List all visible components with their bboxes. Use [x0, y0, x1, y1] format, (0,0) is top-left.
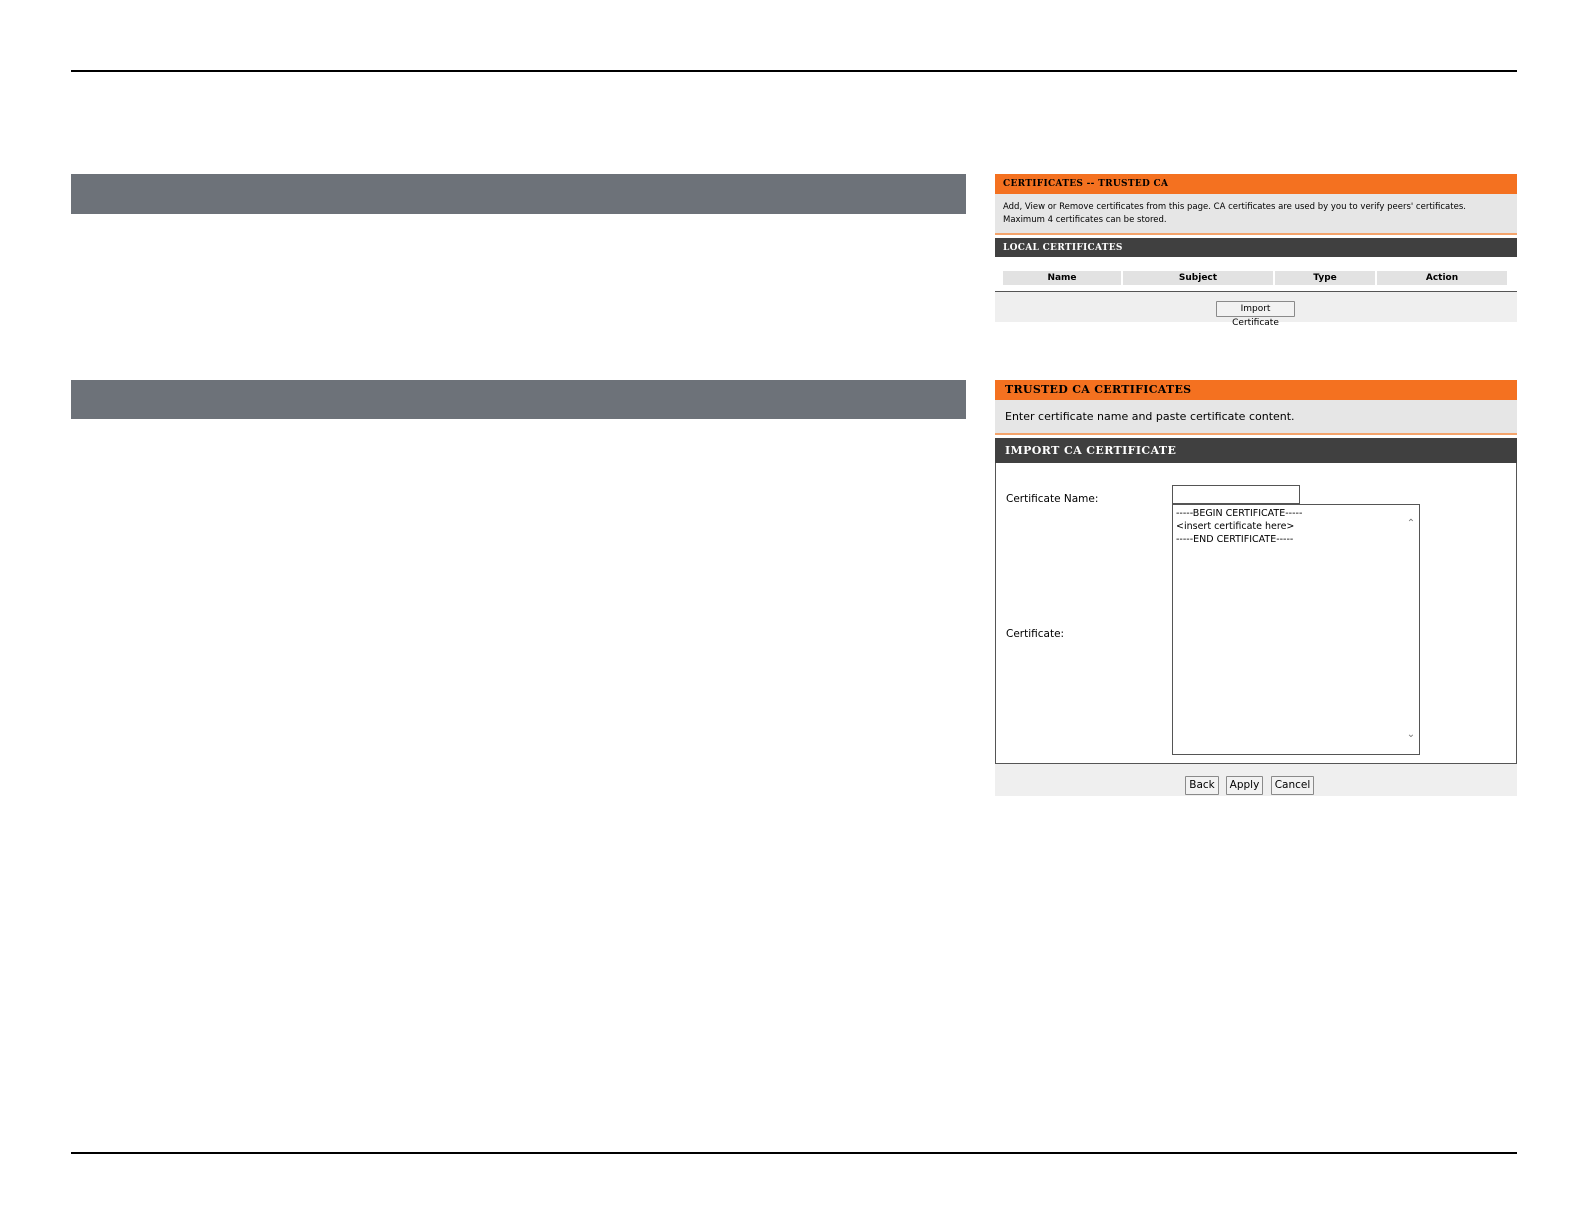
scroll-up-icon[interactable]: ⌃: [1406, 519, 1416, 529]
cert-begin-line: -----BEGIN CERTIFICATE-----: [1176, 508, 1303, 519]
description-line-1: Add, View or Remove certificates from th…: [1003, 202, 1466, 212]
import-description: Enter certificate name and paste certifi…: [995, 400, 1517, 435]
import-form: Certificate Name: Certificate: -----BEGI…: [995, 463, 1517, 764]
import-description-text: Enter certificate name and paste certifi…: [1005, 410, 1295, 423]
trusted-ca-header: CERTIFICATES -- TRUSTED CA: [995, 174, 1517, 194]
trusted-ca-certificates-title: TRUSTED CA CERTIFICATES: [1005, 383, 1192, 396]
form-button-bar: Back Apply Cancel: [995, 764, 1517, 796]
cancel-button[interactable]: Cancel: [1271, 776, 1314, 795]
description-line-2: Maximum 4 certificates can be stored.: [1003, 215, 1167, 225]
cert-placeholder-line: <insert certificate here>: [1176, 521, 1295, 532]
bottom-rule: [71, 1152, 1517, 1154]
import-ca-header: IMPORT CA CERTIFICATE: [995, 438, 1517, 463]
local-certificates-header: LOCAL CERTIFICATES: [995, 238, 1517, 257]
import-certificate-button[interactable]: Import Certificate: [1216, 301, 1295, 328]
certificate-label: Certificate:: [1006, 628, 1065, 640]
import-ca-panel: TRUSTED CA CERTIFICATES Enter certificat…: [995, 380, 1517, 796]
import-button-bar: Import Certificate: [995, 292, 1517, 328]
cert-end-line: -----END CERTIFICATE-----: [1176, 534, 1294, 545]
section-bar-2: [71, 380, 966, 419]
certificates-table: Name Subject Type Action: [995, 257, 1517, 292]
back-button[interactable]: Back: [1185, 776, 1219, 795]
column-header-type: Type: [1275, 271, 1375, 285]
apply-button[interactable]: Apply: [1226, 776, 1263, 795]
certificate-name-label: Certificate Name:: [1006, 493, 1099, 505]
trusted-ca-header-text: CERTIFICATES -- TRUSTED CA: [1003, 179, 1169, 189]
certificate-textarea[interactable]: -----BEGIN CERTIFICATE----- <insert cert…: [1172, 504, 1420, 755]
section-bar-1: [71, 174, 966, 214]
import-ca-title: IMPORT CA CERTIFICATE: [1005, 444, 1177, 457]
column-header-action: Action: [1377, 271, 1507, 285]
local-certificates-title: LOCAL CERTIFICATES: [1003, 243, 1123, 253]
column-header-name: Name: [1003, 271, 1121, 285]
column-header-subject: Subject: [1123, 271, 1273, 285]
trusted-ca-description: Add, View or Remove certificates from th…: [995, 194, 1517, 235]
trusted-ca-panel: CERTIFICATES -- TRUSTED CA Add, View or …: [995, 174, 1517, 328]
top-rule: [71, 70, 1517, 72]
certificate-name-input[interactable]: [1172, 485, 1300, 504]
scroll-down-icon[interactable]: ⌄: [1406, 730, 1416, 740]
trusted-ca-certificates-header: TRUSTED CA CERTIFICATES: [995, 380, 1517, 400]
